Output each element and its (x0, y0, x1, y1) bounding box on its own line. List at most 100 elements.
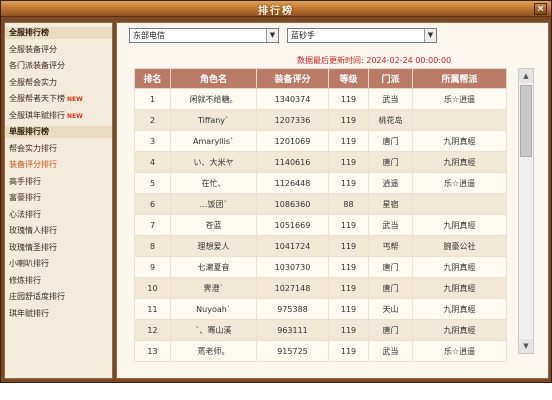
table-cell: 1340374 (256, 88, 329, 110)
scrollbar[interactable]: ▲ ▼ (518, 68, 534, 354)
table-cell: 唐门 (368, 319, 413, 341)
table-cell: 理想爱人 (170, 235, 257, 257)
table-row[interactable]: 12 `、骞山溪 963111 119 唐门 九阴真經 (134, 319, 507, 341)
region-select-value: 东部电信 (133, 31, 165, 40)
table-cell: 119 (328, 235, 369, 257)
sidebar-item-label: 玫瑰情圣排行 (9, 242, 57, 252)
table-cell: 13 (134, 340, 171, 362)
sidebar-item[interactable]: 全服帮会实力 (5, 77, 112, 89)
table-cell: 逍遥 (368, 172, 413, 194)
update-value: 2024-02-24 00:00:00 (366, 56, 452, 65)
update-label: 数据最后更新时间: (297, 56, 364, 65)
table-cell: …饭团` (170, 193, 257, 215)
table-cell: `、骞山溪 (170, 319, 257, 341)
table-cell: 119 (328, 340, 369, 362)
table-cell: Amaryllis` (170, 130, 257, 152)
table-row[interactable]: 11 Nuyoah` 975388 119 天山 九阴真經 (134, 298, 507, 320)
sidebar-item-label: 心法排行 (9, 209, 41, 219)
sidebar-item[interactable]: 修炼排行 (5, 275, 112, 287)
sidebar-item[interactable]: 装备评分排行 (5, 159, 112, 171)
scroll-down-icon[interactable]: ▼ (519, 339, 533, 353)
sidebar-item-label: 高手排行 (9, 176, 41, 186)
chevron-down-icon[interactable]: ▼ (424, 29, 436, 42)
table-row[interactable]: 10 霁澄` 1027148 119 唐门 九阴真經 (134, 277, 507, 299)
table-cell: 武当 (368, 340, 413, 362)
sidebar-item[interactable]: 庄园舒适度排行 (5, 291, 112, 303)
sidebar-item-label: 各门派装备评分 (9, 61, 65, 70)
update-time: 数据最后更新时间: 2024-02-24 00:00:00 (297, 55, 507, 66)
sidebar: 全服排行榜 全服装备评分 各门派装备评分 全服帮会实力 全服帮者天下榜 NEW 全服琪年赋排… (4, 22, 113, 379)
table-cell: Nuyoah` (170, 298, 257, 320)
table-cell (412, 109, 507, 131)
table-cell: 1201069 (256, 130, 329, 152)
table-cell: 119 (328, 298, 369, 320)
table-cell: 5 (134, 172, 171, 194)
sidebar-item-label: 全服装备评分 (9, 44, 57, 54)
sidebar-item-label: 单服排行榜 (9, 127, 49, 136)
table-cell: 唐门 (368, 130, 413, 152)
table-row[interactable]: 1 闲就不给糖。 1340374 119 武当 乐☆逍遥 (134, 88, 507, 110)
table-row[interactable]: 13 蔫老师。 915725 119 武当 乐☆逍遥 (134, 340, 507, 362)
sidebar-item[interactable]: 各门派装备评分 (5, 60, 112, 72)
table-cell: 1 (134, 88, 171, 110)
column-header[interactable]: 装备评分 (256, 68, 329, 89)
table-cell: 丐帮 (368, 235, 413, 257)
scroll-up-icon[interactable]: ▲ (519, 69, 533, 83)
title-bar: 排行榜 × (1, 1, 551, 17)
sidebar-item[interactable]: 小喇叭排行 (5, 258, 112, 270)
table-cell: 963111 (256, 319, 329, 341)
table-row[interactable]: 8 理想爱人 1041724 119 丐帮 腕豪公社 (134, 235, 507, 257)
table-cell: 1051669 (256, 214, 329, 236)
sidebar-item[interactable]: 琪年赋排行 (5, 308, 112, 320)
close-button[interactable]: × (534, 3, 547, 15)
column-header[interactable]: 所属帮派 (412, 68, 507, 89)
table-cell: Tiffany` (170, 109, 257, 131)
table-row[interactable]: 2 Tiffany` 1207336 119 桃花岛 (134, 109, 507, 131)
sidebar-item-label: 玫瑰情人排行 (9, 226, 57, 235)
sidebar-item[interactable]: 全服琪年赋排行 NEW (5, 110, 112, 122)
table-cell: 1041724 (256, 235, 329, 257)
sidebar-item[interactable]: 全服装备评分 (5, 44, 112, 56)
ranking-table: 排名 角色名 装备评分 等级 门派 所属帮派 1 闲就不给糖。 1340374 119 武当 乐☆逍… (134, 68, 507, 362)
table-cell: 星宿 (368, 193, 413, 215)
chevron-down-icon[interactable]: ▼ (266, 29, 278, 42)
window-title: 排行榜 (258, 6, 294, 17)
column-header[interactable]: 角色名 (170, 68, 257, 89)
table-cell: 1086360 (256, 193, 329, 215)
server-select[interactable]: 蓝砂手 ▼ (287, 28, 437, 43)
table-cell: 1207336 (256, 109, 329, 131)
sidebar-item[interactable]: 心法排行 (5, 209, 112, 221)
table-cell: 3 (134, 130, 171, 152)
table-cell: 1027148 (256, 277, 329, 299)
table-cell: 九阴真經 (412, 298, 507, 320)
table-cell: 8 (134, 235, 171, 257)
column-header[interactable]: 门派 (368, 68, 413, 89)
table-row[interactable]: 6 …饭团` 1086360 88 星宿 (134, 193, 507, 215)
main-panel: 东部电信 ▼ 蓝砂手 ▼ 数据最后更新时间: 2024-02-24 00:00:… (116, 22, 549, 379)
table-cell: 唐门 (368, 256, 413, 278)
region-select[interactable]: 东部电信 ▼ (129, 28, 279, 43)
sidebar-item[interactable]: 帮会实力排行 (5, 143, 112, 155)
table-cell: 武当 (368, 214, 413, 236)
table-cell: 九阴真經 (412, 277, 507, 299)
column-header[interactable]: 排名 (134, 68, 171, 89)
table-cell: 119 (328, 214, 369, 236)
sidebar-item[interactable]: 高手排行 (5, 176, 112, 188)
table-row[interactable]: 9 七濑夏音 1030730 119 唐门 九阴真經 (134, 256, 507, 278)
table-row[interactable]: 4 い、大米ヤ 1140616 119 唐门 九阴真經 (134, 151, 507, 173)
sidebar-item[interactable]: 玫瑰情人排行 (5, 225, 112, 237)
sidebar-item[interactable]: 玫瑰情圣排行 (5, 242, 112, 254)
scroll-thumb[interactable] (520, 85, 532, 157)
table-cell (412, 193, 507, 215)
sidebar-item[interactable]: 全服帮者天下榜 NEW (5, 93, 112, 105)
sidebar-item[interactable]: 富豪排行 (5, 192, 112, 204)
table-cell: 闲就不给糖。 (170, 88, 257, 110)
table-cell: 唐门 (368, 151, 413, 173)
table-cell: 119 (328, 277, 369, 299)
table-row[interactable]: 7 苍蓝 1051669 119 武当 九阴真經 (134, 214, 507, 236)
table-cell: い、大米ヤ (170, 151, 257, 173)
column-header[interactable]: 等级 (328, 68, 369, 89)
table-row[interactable]: 5 在忙、 1126448 119 逍遥 乐☆逍遥 (134, 172, 507, 194)
table-cell: 九阴真經 (412, 130, 507, 152)
table-row[interactable]: 3 Amaryllis` 1201069 119 唐门 九阴真經 (134, 130, 507, 152)
